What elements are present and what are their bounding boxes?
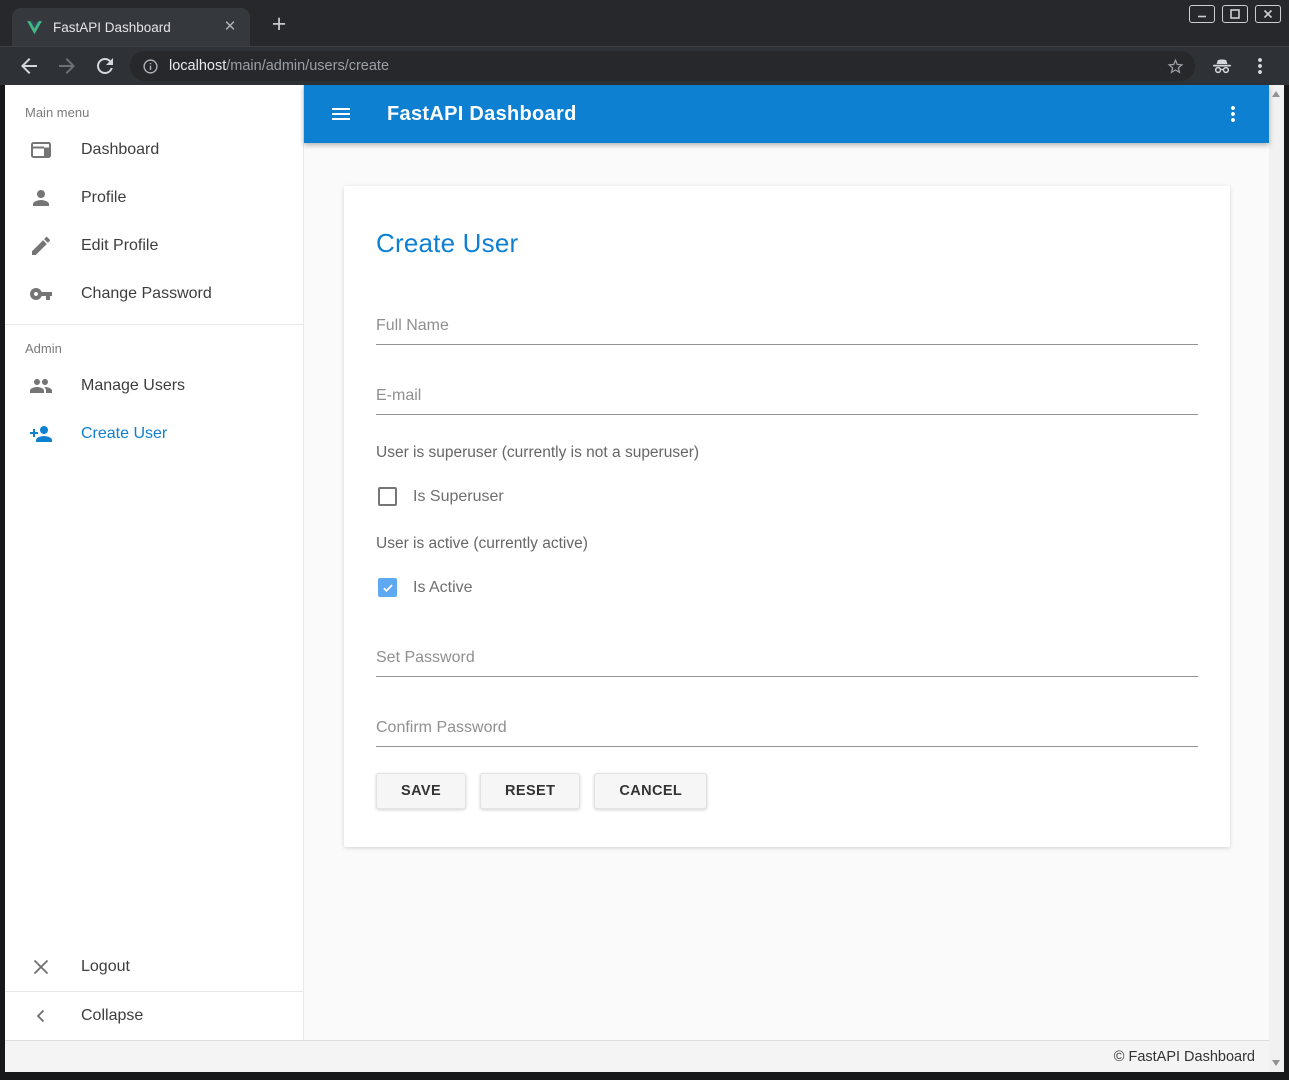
is-active-checkbox[interactable]: Is Active: [376, 578, 1198, 597]
sidebar-item-label: Manage Users: [81, 377, 185, 395]
site-info-icon[interactable]: [142, 58, 159, 75]
is-superuser-checkbox[interactable]: Is Superuser: [376, 487, 1198, 506]
pencil-icon: [29, 234, 53, 258]
back-icon[interactable]: [17, 54, 41, 78]
sidebar-item-change-password[interactable]: Change Password: [5, 270, 303, 318]
app-bar: FastAPI Dashboard: [304, 85, 1269, 143]
set-password-input[interactable]: [376, 643, 1198, 677]
sidebar-item-label: Create User: [81, 425, 167, 443]
cancel-button[interactable]: CANCEL: [594, 773, 707, 809]
app-title: FastAPI Dashboard: [387, 103, 577, 126]
tab-title: FastAPI Dashboard: [53, 20, 220, 35]
page-title: Create User: [376, 228, 1198, 259]
person-add-icon: [29, 422, 53, 446]
copyright-text: © FastAPI Dashboard: [1114, 1049, 1255, 1065]
sidebar-item-label: Edit Profile: [81, 237, 158, 255]
save-button[interactable]: SAVE: [376, 773, 466, 809]
url-host: localhost: [169, 58, 226, 74]
scroll-down-arrow-icon[interactable]: [1272, 1060, 1280, 1066]
url-text: localhost/main/admin/users/create: [169, 58, 1166, 74]
browser-menu-kebab-icon[interactable]: [1248, 54, 1272, 78]
scroll-up-arrow-icon[interactable]: [1272, 91, 1280, 97]
page-footer: © FastAPI Dashboard: [5, 1040, 1269, 1072]
url-path: /main/admin/users/create: [226, 58, 389, 74]
window-minimize-button[interactable]: [1189, 5, 1215, 23]
reload-icon[interactable]: [93, 54, 117, 78]
superuser-help-text: User is superuser (currently is not a su…: [376, 444, 1198, 462]
browser-tab[interactable]: FastAPI Dashboard ✕: [12, 8, 250, 46]
sidebar-item-label: Collapse: [81, 1007, 143, 1025]
hamburger-menu-icon[interactable]: [329, 102, 353, 126]
browser-window: FastAPI Dashboard ✕ +: [0, 0, 1289, 1080]
key-icon: [29, 282, 53, 306]
create-user-card: Create User User is superuser (currently…: [344, 186, 1230, 847]
vue-logo-icon: [26, 19, 43, 36]
person-icon: [29, 186, 53, 210]
page-scrollbar[interactable]: [1269, 85, 1284, 1072]
sidebar-item-label: Dashboard: [81, 141, 159, 159]
sidebar-item-label: Logout: [81, 958, 130, 976]
sidebar-item-create-user[interactable]: Create User: [5, 410, 303, 458]
tab-close-icon[interactable]: ✕: [220, 17, 240, 37]
bookmark-star-icon[interactable]: [1166, 57, 1185, 76]
sidebar-item-manage-users[interactable]: Manage Users: [5, 362, 303, 410]
form-actions: SAVE RESET CANCEL: [376, 773, 1198, 809]
new-tab-button[interactable]: +: [264, 10, 294, 40]
window-maximize-button[interactable]: [1222, 5, 1248, 23]
chevron-left-icon: [29, 1004, 53, 1028]
check-icon: [381, 581, 395, 595]
window-close-button[interactable]: [1255, 5, 1281, 23]
group-icon: [29, 374, 53, 398]
address-bar[interactable]: localhost/main/admin/users/create: [130, 51, 1195, 81]
page-viewport: Main menu Dashboard Profile E: [5, 85, 1284, 1072]
checkbox-label: Is Active: [413, 579, 473, 597]
main-area: FastAPI Dashboard Create User User is su…: [304, 85, 1269, 1040]
reset-button[interactable]: RESET: [480, 773, 580, 809]
dashboard-icon: [29, 138, 53, 162]
sidebar: Main menu Dashboard Profile E: [5, 85, 304, 1040]
sidebar-item-dashboard[interactable]: Dashboard: [5, 126, 303, 174]
sidebar-section-admin-label: Admin: [5, 331, 303, 362]
active-help-text: User is active (currently active): [376, 535, 1198, 553]
sidebar-divider: [5, 324, 303, 325]
browser-toolbar: localhost/main/admin/users/create: [0, 46, 1289, 85]
sidebar-item-edit-profile[interactable]: Edit Profile: [5, 222, 303, 270]
checkbox-box-icon[interactable]: [378, 487, 397, 506]
email-input[interactable]: [376, 381, 1198, 415]
full-name-input[interactable]: [376, 311, 1198, 345]
forward-icon[interactable]: [55, 54, 79, 78]
sidebar-item-collapse[interactable]: Collapse: [5, 992, 303, 1040]
sidebar-item-label: Profile: [81, 189, 126, 207]
app-menu-kebab-icon[interactable]: [1221, 102, 1245, 126]
sidebar-item-logout[interactable]: Logout: [5, 943, 303, 991]
tab-strip: FastAPI Dashboard ✕ +: [0, 0, 1289, 46]
confirm-password-input[interactable]: [376, 713, 1198, 747]
incognito-icon: [1210, 54, 1234, 78]
close-x-icon: [29, 955, 53, 979]
checkbox-box-icon[interactable]: [378, 578, 397, 597]
sidebar-section-main-label: Main menu: [5, 85, 303, 126]
sidebar-item-label: Change Password: [81, 285, 212, 303]
checkbox-label: Is Superuser: [413, 488, 504, 506]
sidebar-item-profile[interactable]: Profile: [5, 174, 303, 222]
